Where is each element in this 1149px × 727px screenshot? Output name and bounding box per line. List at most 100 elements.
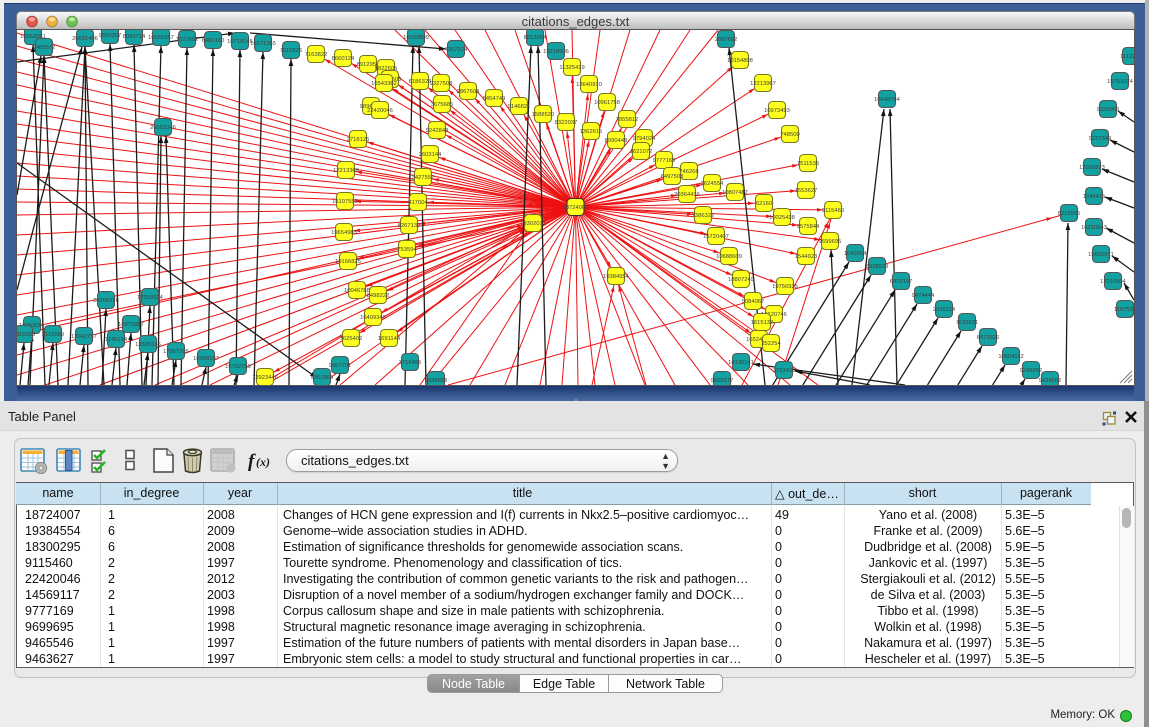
svg-text:3915923: 3915923 — [17, 332, 35, 338]
svg-text:1527602: 1527602 — [176, 37, 199, 43]
svg-text:8938923: 8938923 — [866, 264, 889, 270]
svg-text:9327508: 9327508 — [430, 81, 453, 87]
svg-text:16782759: 16782759 — [225, 364, 251, 370]
svg-text:16648784: 16648784 — [874, 97, 901, 103]
svg-text:13640910: 13640910 — [576, 82, 602, 88]
svg-text:1405572: 1405572 — [33, 45, 56, 51]
svg-text:753594: 753594 — [397, 247, 417, 253]
svg-text:9474444: 9474444 — [912, 293, 935, 299]
svg-text:8267130: 8267130 — [398, 223, 421, 229]
svg-text:9245652: 9245652 — [1020, 368, 1043, 374]
svg-text:16543362: 16543362 — [371, 81, 397, 87]
svg-text:10958107: 10958107 — [193, 356, 219, 362]
svg-text:9084067: 9084067 — [742, 299, 765, 305]
svg-text:748500: 748500 — [780, 132, 799, 138]
svg-text:18807249: 18807249 — [728, 277, 754, 283]
svg-text:20364436: 20364436 — [674, 192, 700, 198]
svg-text:9361868: 9361868 — [311, 375, 334, 381]
svg-text:9605577: 9605577 — [711, 378, 734, 384]
svg-text:2687682: 2687682 — [715, 37, 738, 43]
svg-text:1640954: 1640954 — [844, 251, 867, 257]
svg-text:19302073: 19302073 — [520, 221, 546, 227]
svg-text:12093873: 12093873 — [1079, 165, 1105, 171]
svg-text:17016504: 17016504 — [1100, 279, 1127, 285]
svg-text:10719145: 10719145 — [227, 39, 253, 45]
svg-text:10025438: 10025438 — [769, 215, 795, 221]
svg-text:9329966: 9329966 — [1097, 107, 1120, 113]
svg-text:1362615: 1362615 — [580, 129, 603, 135]
svg-text:19654983: 19654983 — [331, 230, 357, 236]
svg-text:7955812: 7955812 — [616, 117, 639, 123]
svg-text:16210643: 16210643 — [1081, 225, 1107, 231]
svg-text:6497508: 6497508 — [661, 174, 684, 180]
svg-text:12942757: 12942757 — [71, 334, 97, 340]
svg-text:9457791: 9457791 — [329, 363, 352, 369]
svg-text:7511535: 7511535 — [797, 161, 819, 167]
svg-text:1553627: 1553627 — [795, 188, 818, 194]
svg-text:1167533: 1167533 — [1114, 307, 1134, 313]
svg-text:10655267: 10655267 — [148, 35, 174, 41]
svg-text:18724007: 18724007 — [563, 205, 589, 211]
svg-text:8660124: 8660124 — [332, 56, 355, 62]
svg-text:8186328: 8186328 — [409, 79, 432, 85]
svg-text:7357224: 7357224 — [445, 47, 468, 53]
svg-text:1244415: 1244415 — [1083, 194, 1106, 200]
svg-text:10654112: 10654112 — [998, 354, 1023, 360]
svg-text:1544923: 1544923 — [795, 254, 818, 260]
svg-text:9794024: 9794024 — [633, 136, 656, 142]
svg-text:19166825: 19166825 — [335, 259, 361, 265]
svg-text:10154808: 10154808 — [727, 58, 753, 64]
svg-text:9227349: 9227349 — [1089, 136, 1112, 142]
svg-text:8215955: 8215955 — [1058, 211, 1081, 217]
svg-text:2115689: 2115689 — [42, 332, 64, 338]
svg-text:22420046: 22420046 — [367, 108, 393, 114]
svg-text:10961758: 10961758 — [594, 100, 620, 106]
svg-text:16107553: 16107553 — [332, 199, 358, 205]
svg-text:8990448: 8990448 — [605, 138, 628, 144]
svg-text:20691406: 20691406 — [72, 36, 98, 42]
svg-text:20053346: 20053346 — [150, 125, 176, 131]
svg-text:1588520: 1588520 — [532, 112, 555, 118]
svg-text:8099714: 8099714 — [123, 34, 146, 40]
svg-text:2603144: 2603144 — [419, 152, 442, 158]
svg-text:16409348: 16409348 — [360, 315, 386, 321]
svg-text:9655307: 9655307 — [99, 33, 122, 39]
svg-text:2935114: 2935114 — [933, 307, 956, 313]
svg-text:1112256: 1112256 — [1120, 54, 1134, 60]
svg-text:6466160: 6466160 — [202, 38, 225, 44]
svg-text:16671355: 16671355 — [250, 41, 276, 47]
svg-text:16033809: 16033809 — [403, 35, 429, 41]
svg-text:8813054: 8813054 — [524, 35, 547, 41]
svg-text:17359924: 17359924 — [137, 295, 164, 301]
svg-text:15692971: 15692971 — [1088, 252, 1114, 258]
svg-text:1691144: 1691144 — [378, 336, 401, 342]
svg-text:9699695: 9699695 — [819, 239, 842, 245]
svg-text:3427552: 3427552 — [412, 175, 435, 181]
svg-text:7632621: 7632621 — [956, 320, 979, 326]
svg-text:12923446: 12923446 — [252, 375, 278, 381]
svg-text:19756925: 19756925 — [772, 284, 798, 290]
svg-text:9424502: 9424502 — [1039, 378, 1062, 384]
svg-text:3675685: 3675685 — [431, 102, 454, 108]
svg-text:1733426: 1733426 — [773, 368, 796, 374]
svg-text:11325419: 11325419 — [559, 65, 584, 71]
svg-text:f: f — [248, 451, 256, 472]
svg-text:1615132: 1615132 — [751, 320, 774, 326]
svg-text:1621072: 1621072 — [630, 149, 653, 155]
svg-text:10973493: 10973493 — [764, 108, 790, 114]
svg-text:8471626: 8471626 — [977, 335, 1000, 341]
svg-text:7386322: 7386322 — [692, 213, 715, 219]
svg-text:3716485: 3716485 — [399, 360, 422, 366]
svg-text:7515526: 7515526 — [280, 48, 303, 54]
svg-text:10688609: 10688609 — [716, 254, 742, 260]
svg-text:15720407: 15720407 — [703, 234, 729, 240]
svg-text:17957255: 17957255 — [163, 349, 189, 355]
svg-text:9146821: 9146821 — [508, 104, 531, 110]
svg-text:6479197: 6479197 — [890, 279, 913, 285]
svg-text:12505135: 12505135 — [135, 342, 161, 348]
svg-text:10807487: 10807487 — [722, 190, 748, 196]
svg-text:9575844: 9575844 — [797, 224, 820, 230]
svg-text:10975887: 10975887 — [118, 322, 144, 328]
svg-text:19384554: 19384554 — [603, 274, 630, 280]
svg-text:2718126: 2718126 — [347, 137, 370, 143]
